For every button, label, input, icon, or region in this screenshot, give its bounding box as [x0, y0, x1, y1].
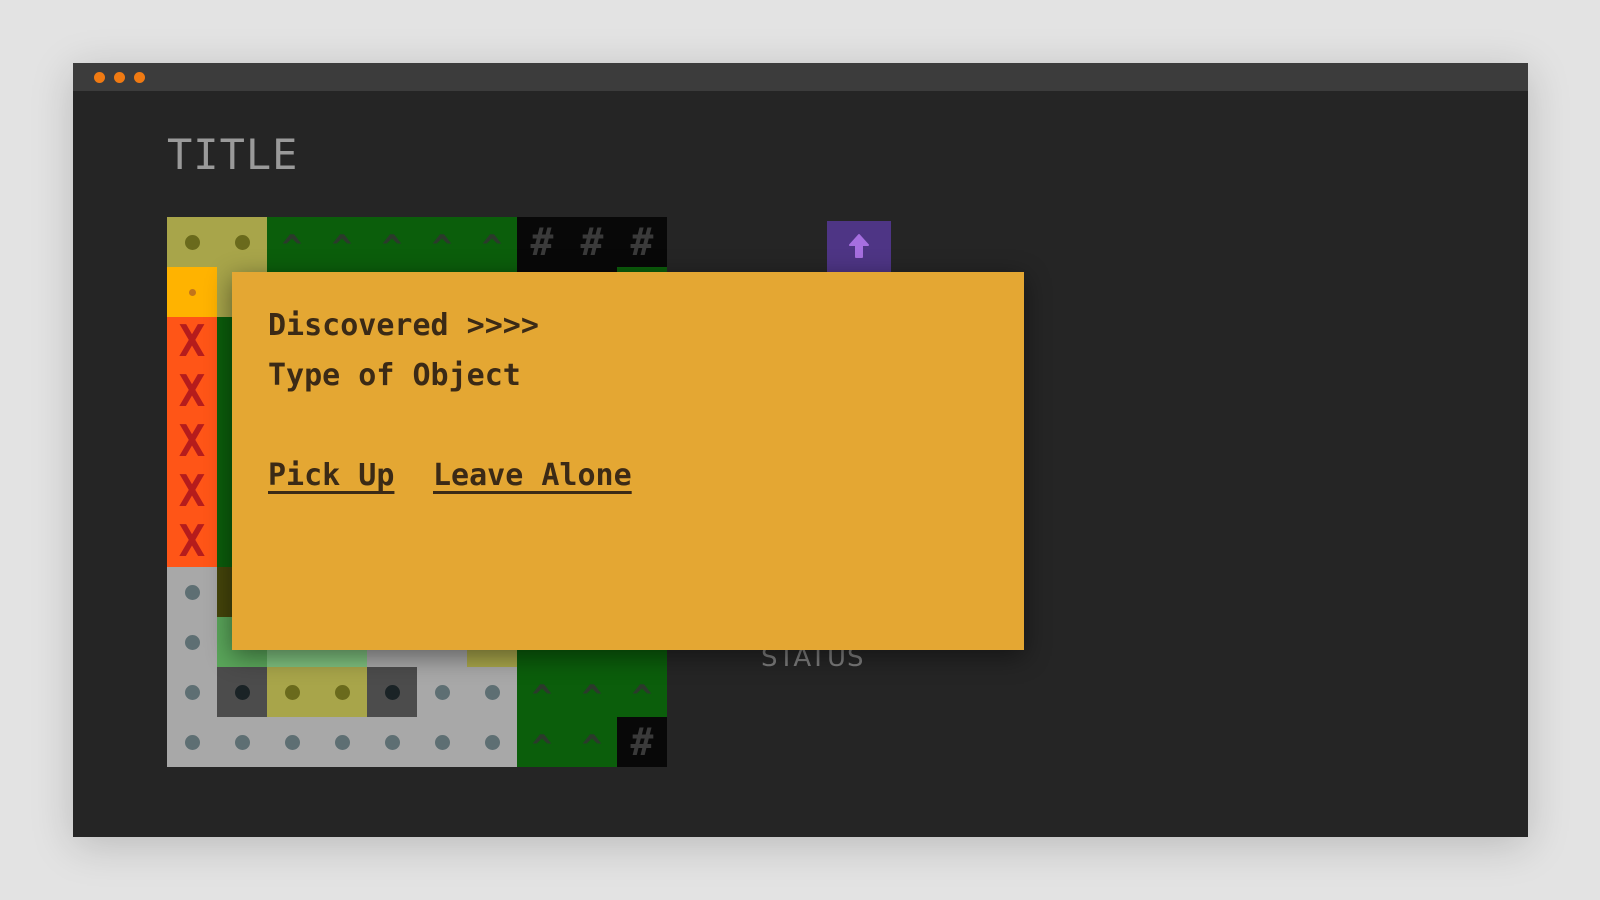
window-control-dot[interactable]	[134, 72, 145, 83]
tile-glyph-icon: ^	[281, 228, 303, 267]
window-titlebar	[73, 63, 1528, 91]
tile-marker-icon	[434, 734, 450, 750]
tile-marker-icon	[184, 634, 200, 650]
map-tile-stone[interactable]	[367, 717, 417, 767]
map-tile-forest[interactable]: ^	[567, 667, 617, 717]
tile-marker-icon	[284, 684, 300, 700]
map-tile-rock[interactable]: #	[617, 717, 667, 767]
tile-marker-icon	[334, 684, 350, 700]
tile-marker-icon	[184, 584, 200, 600]
tile-marker-icon	[284, 734, 300, 750]
map-tile-rock[interactable]: #	[617, 217, 667, 267]
tile-marker-icon	[184, 684, 200, 700]
window-control-dot[interactable]	[114, 72, 125, 83]
map-tile-stone[interactable]	[417, 667, 467, 717]
map-tile-stone[interactable]	[167, 617, 217, 667]
map-tile-lava[interactable]: X	[167, 367, 217, 417]
tile-marker-icon	[434, 684, 450, 700]
tile-glyph-icon: X	[178, 367, 206, 417]
map-tile-forest[interactable]: ^	[567, 717, 617, 767]
tile-glyph-icon: X	[178, 467, 206, 517]
map-tile-stone[interactable]	[267, 717, 317, 767]
tile-marker-icon	[184, 234, 200, 250]
map-tile-dark-stone[interactable]	[367, 667, 417, 717]
tile-glyph-icon: #	[630, 720, 654, 764]
dialog-discovered-text: Discovered >>>>	[268, 308, 539, 343]
map-tile-lava[interactable]: X	[167, 517, 217, 567]
map-tile-forest[interactable]: ^	[517, 667, 567, 717]
dialog-object-type: Type of Object	[268, 358, 521, 393]
map-tile-stone[interactable]	[167, 567, 217, 617]
leave-alone-button[interactable]: Leave Alone	[433, 458, 632, 493]
map-tile-sand[interactable]	[167, 217, 217, 267]
map-tile-rock[interactable]: #	[517, 217, 567, 267]
arrow-up-icon	[849, 234, 869, 258]
tile-glyph-icon: #	[630, 220, 654, 264]
tile-glyph-icon: ^	[431, 228, 453, 267]
map-tile-forest[interactable]: ^	[617, 667, 667, 717]
tile-marker-icon	[234, 684, 250, 700]
tile-glyph-icon: ^	[581, 728, 603, 767]
tile-glyph-icon: ^	[531, 678, 553, 717]
map-tile-forest[interactable]: ^	[417, 217, 467, 267]
map-tile-stone[interactable]	[467, 717, 517, 767]
map-tile-rock[interactable]: #	[567, 217, 617, 267]
tile-glyph-icon: X	[178, 517, 206, 567]
tile-marker-icon	[484, 684, 500, 700]
tile-marker-icon	[234, 234, 250, 250]
tile-marker-icon	[334, 734, 350, 750]
map-tile-forest[interactable]: ^	[367, 217, 417, 267]
tile-marker-icon	[184, 734, 200, 750]
tile-glyph-icon: #	[530, 220, 554, 264]
map-tile-lava[interactable]: X	[167, 317, 217, 367]
tile-glyph-icon: ^	[631, 678, 653, 717]
map-tile-lava[interactable]: X	[167, 467, 217, 517]
tile-marker-icon	[384, 734, 400, 750]
map-tile-stone[interactable]	[167, 717, 217, 767]
game-window: TITLE ^^^^^###^^^^^##^X^^^^^^^^^X^^^^^^^…	[73, 63, 1528, 837]
map-tile-stone[interactable]	[317, 717, 367, 767]
map-tile-lava[interactable]: X	[167, 417, 217, 467]
player-tile	[827, 221, 891, 273]
map-tile-sand[interactable]	[217, 217, 267, 267]
map-tile-dark-stone[interactable]	[217, 667, 267, 717]
map-tile-sand[interactable]	[267, 667, 317, 717]
map-tile-stone[interactable]	[417, 717, 467, 767]
tile-glyph-icon: ^	[581, 678, 603, 717]
tile-glyph-icon: #	[580, 220, 604, 264]
pick-up-button[interactable]: Pick Up	[268, 458, 394, 493]
window-control-dot[interactable]	[94, 72, 105, 83]
tile-glyph-icon: ^	[381, 228, 403, 267]
tile-marker-icon	[234, 734, 250, 750]
map-tile-stone[interactable]	[217, 717, 267, 767]
tile-glyph-icon: ^	[531, 728, 553, 767]
map-tile-stone[interactable]	[467, 667, 517, 717]
map-tile-gold[interactable]	[167, 267, 217, 317]
tile-glyph-icon: ^	[331, 228, 353, 267]
tile-marker-icon	[384, 684, 400, 700]
game-title: TITLE	[167, 130, 299, 179]
tile-glyph-icon: X	[178, 317, 206, 367]
map-tile-forest[interactable]: ^	[267, 217, 317, 267]
map-tile-stone[interactable]	[167, 667, 217, 717]
discovery-dialog: Discovered >>>> Type of Object Pick Up L…	[232, 272, 1024, 650]
tile-marker-icon	[188, 288, 196, 296]
map-tile-forest[interactable]: ^	[317, 217, 367, 267]
tile-glyph-icon: ^	[481, 228, 503, 267]
tile-marker-icon	[484, 734, 500, 750]
tile-glyph-icon: X	[178, 417, 206, 467]
map-tile-forest[interactable]: ^	[517, 717, 567, 767]
map-tile-forest[interactable]: ^	[467, 217, 517, 267]
map-tile-sand[interactable]	[317, 667, 367, 717]
